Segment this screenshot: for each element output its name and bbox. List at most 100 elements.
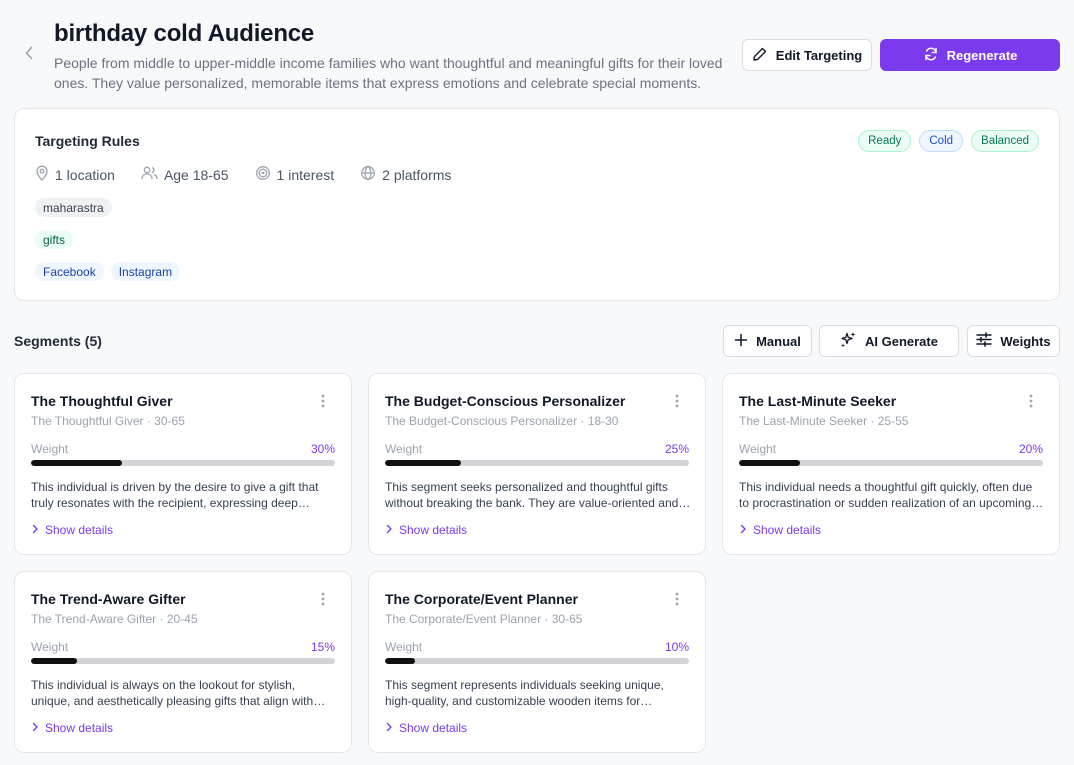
segment-name: The Budget-Conscious Personalizer [385, 393, 626, 409]
platform-chip-instagram: Instagram [110, 262, 181, 281]
show-details-label: Show details [45, 523, 114, 537]
more-vertical-icon [675, 394, 679, 413]
segment-menu-button[interactable] [315, 592, 331, 610]
more-vertical-icon [321, 592, 325, 611]
show-details-link[interactable]: Show details [739, 523, 821, 537]
weight-bar [385, 658, 689, 664]
segment-name: The Last-Minute Seeker [739, 393, 897, 409]
ai-generate-label: AI Generate [865, 333, 938, 349]
weight-bar-fill [739, 460, 800, 466]
weight-bar-fill [31, 460, 123, 466]
weight-percent: 15% [310, 640, 335, 654]
page-description: People from middle to upper-middle incom… [54, 55, 723, 91]
weight-percent: 30% [310, 442, 335, 456]
globe-icon [360, 165, 376, 184]
sliders-icon [976, 332, 993, 350]
segment-subtitle: The Thoughtful Giver · 30-65 [31, 414, 185, 428]
segment-card[interactable]: The Thoughtful Giver The Thoughtful Give… [14, 373, 352, 555]
segment-subtitle: The Last-Minute Seeker · 25-55 [739, 414, 909, 428]
segment-subtitle: The Budget-Conscious Personalizer · 18-3… [385, 414, 619, 428]
manual-segment-button[interactable]: Manual [723, 325, 812, 357]
segments-title: Segments (5) [14, 333, 102, 349]
plus-icon [734, 333, 748, 350]
segment-description: This individual needs a thoughtful gift … [739, 480, 1033, 510]
segment-description: This individual is driven by the desire … [31, 480, 319, 510]
weight-bar [739, 460, 1043, 466]
stat-locations-label: 1 location [55, 166, 115, 183]
users-icon [141, 165, 158, 184]
more-vertical-icon [321, 394, 325, 413]
weight-bar [31, 460, 335, 466]
stat-platforms: 2 platforms [360, 165, 451, 184]
segment-subtitle: The Corporate/Event Planner · 30-65 [385, 612, 583, 626]
strategy-badge-balanced: Balanced [971, 130, 1039, 152]
segment-menu-button[interactable] [669, 394, 685, 412]
stat-age-label: Age 18-65 [163, 166, 229, 183]
show-details-link[interactable]: Show details [385, 523, 467, 537]
regenerate-label: Regenerate [946, 47, 1018, 63]
stat-age: Age 18-65 [141, 165, 229, 184]
targeting-stats: 1 location Age 18-65 1 interest 2 platfo… [35, 165, 451, 184]
platform-chips: Facebook Instagram [35, 262, 181, 281]
weight-bar-fill [385, 460, 461, 466]
chevron-right-icon [739, 523, 747, 537]
show-details-link[interactable]: Show details [31, 523, 113, 537]
weight-label: Weight [739, 442, 777, 456]
stat-interests-label: 1 interest [276, 166, 335, 183]
segment-name: The Trend-Aware Gifter [31, 591, 186, 607]
targeting-rules-title: Targeting Rules [35, 133, 140, 149]
location-chips: maharastra [35, 198, 112, 217]
chevron-right-icon [385, 523, 393, 537]
segment-subtitle: The Trend-Aware Gifter · 20-45 [31, 612, 198, 626]
segment-menu-button[interactable] [669, 592, 685, 610]
weight-bar-fill [31, 658, 77, 664]
weight-bar-fill [385, 658, 416, 664]
show-details-label: Show details [45, 721, 114, 735]
refresh-icon [923, 46, 939, 65]
show-details-link[interactable]: Show details [31, 721, 113, 735]
weight-percent: 25% [664, 442, 689, 456]
temperature-badge-cold: Cold [919, 130, 964, 152]
targeting-rules-card: Targeting Rules Ready Cold Balanced 1 lo… [14, 108, 1060, 301]
weights-button[interactable]: Weights [967, 325, 1060, 357]
weights-label: Weights [1000, 333, 1051, 349]
target-icon [255, 165, 271, 184]
page-title: birthday cold Audience [54, 20, 315, 47]
ai-generate-button[interactable]: AI Generate [819, 325, 959, 357]
back-button[interactable] [20, 44, 38, 66]
chevron-right-icon [31, 721, 39, 735]
weight-label: Weight [31, 640, 69, 654]
edit-targeting-button[interactable]: Edit Targeting [742, 39, 872, 71]
segment-card[interactable]: The Budget-Conscious Personalizer The Bu… [368, 373, 706, 555]
regenerate-button[interactable]: Regenerate [880, 39, 1060, 71]
segment-menu-button[interactable] [315, 394, 331, 412]
weight-percent: 10% [664, 640, 689, 654]
show-details-label: Show details [399, 523, 468, 537]
more-vertical-icon [675, 592, 679, 611]
edit-targeting-label: Edit Targeting [775, 47, 863, 63]
segment-card[interactable]: The Trend-Aware Gifter The Trend-Aware G… [14, 571, 352, 753]
status-badge-ready: Ready [858, 130, 912, 152]
stat-locations: 1 location [35, 165, 115, 184]
segment-description: This individual is always on the lookout… [31, 678, 314, 708]
pencil-icon [752, 46, 768, 65]
more-vertical-icon [1029, 394, 1033, 413]
stat-platforms-label: 2 platforms [382, 166, 452, 183]
weight-label: Weight [385, 640, 423, 654]
segment-menu-button[interactable] [1023, 394, 1039, 412]
segment-description: This segment represents individuals seek… [385, 678, 664, 708]
show-details-label: Show details [753, 523, 822, 537]
stat-interests: 1 interest [255, 165, 335, 184]
chevron-right-icon [31, 523, 39, 537]
segment-description: This segment seeks personalized and thou… [385, 480, 679, 510]
segment-card[interactable]: The Corporate/Event Planner The Corporat… [368, 571, 706, 753]
segment-card[interactable]: The Last-Minute Seeker The Last-Minute S… [722, 373, 1060, 555]
status-badges: Ready Cold Balanced [858, 130, 1039, 152]
map-pin-icon [35, 165, 49, 184]
sparkles-icon [840, 331, 857, 351]
show-details-label: Show details [399, 721, 468, 735]
chevron-right-icon [385, 721, 393, 735]
show-details-link[interactable]: Show details [385, 721, 467, 735]
interest-chip: gifts [35, 230, 74, 249]
segment-name: The Corporate/Event Planner [385, 591, 578, 607]
